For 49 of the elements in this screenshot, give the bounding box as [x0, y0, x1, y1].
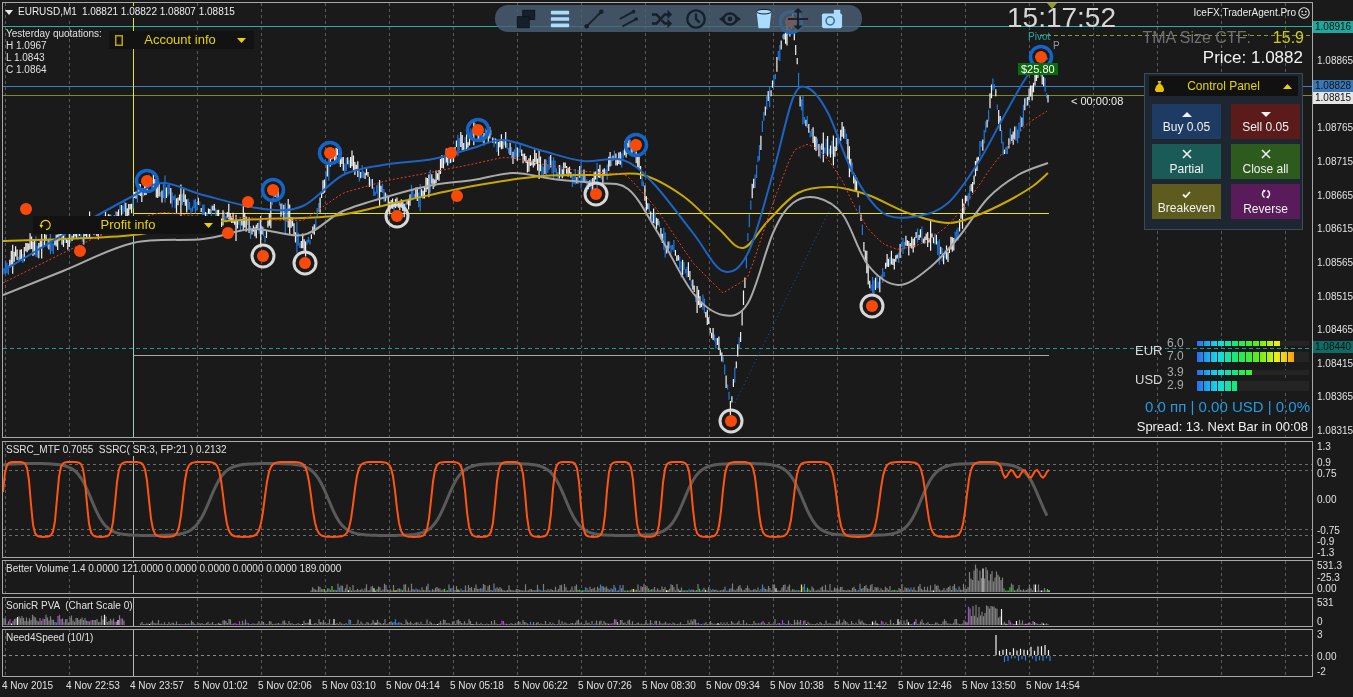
indicator-axis-label: 531 — [1317, 597, 1334, 608]
price-axis-label: 1.08415 — [1317, 357, 1353, 370]
indicator-axis-label: 531.3 — [1317, 560, 1343, 571]
time-axis-label: 4 Nov 22:53 — [66, 679, 121, 693]
price-tag: 1.08440 — [1313, 340, 1353, 353]
time-axis-label: 5 Nov 10:38 — [770, 679, 825, 693]
time-axis-label: 5 Nov 01:02 — [194, 679, 249, 693]
indicator-axis-label: -25.3 — [1317, 572, 1340, 583]
time-axis-label: 5 Nov 04:14 — [386, 679, 441, 693]
price-axis-label: 1.08515 — [1317, 290, 1353, 303]
time-axis-label: 5 Nov 07:26 — [578, 679, 633, 693]
indicator-title: Better Volume 1.4 0.0000 121.0000 0.0000 0.0000 0.0000 0.0000 189.0000 — [6, 563, 342, 575]
time-axis-label: 5 Nov 03:10 — [322, 679, 377, 693]
time-axis-label: 5 Nov 06:22 — [514, 679, 569, 693]
price-axis-label: 1.08465 — [1317, 324, 1353, 337]
time-axis-label: 4 Nov 23:57 — [130, 679, 185, 693]
indicator-axis-label: 0.9 — [1317, 457, 1331, 469]
indicator-axis-label: -1.3 — [1317, 547, 1335, 558]
price-axis-label: 1.08315 — [1317, 425, 1353, 437]
time-axis-label: 5 Nov 13:50 — [962, 679, 1017, 693]
price-axis-label: 1.08865 — [1317, 55, 1353, 67]
time-axis-label: 5 Nov 14:54 — [1026, 679, 1081, 693]
price-axis-label: 1.08365 — [1317, 391, 1353, 404]
price-tag: 1.08916 — [1313, 20, 1353, 33]
time-axis-label: 5 Nov 08:30 — [642, 679, 697, 693]
price-axis-label: 1.08765 — [1317, 122, 1353, 135]
time-axis-label: 5 Nov 12:46 — [898, 679, 953, 693]
time-axis-label: 5 Nov 02:06 — [258, 679, 313, 693]
price-axis-label: 1.08615 — [1317, 223, 1353, 236]
time-axis-label: 4 Nov 2015 — [2, 679, 55, 693]
price-tag: 1.08828 — [1313, 79, 1353, 92]
indicator-title: SonicR PVA (Chart Scale 0) — [6, 600, 133, 612]
indicator-axis-label: 0 — [1317, 616, 1323, 627]
indicator-axis-label: 3 — [1317, 629, 1323, 640]
price-axis-label: 1.08565 — [1317, 256, 1353, 269]
time-axis-label: 5 Nov 05:18 — [450, 679, 505, 693]
indicator-axis-label: 0.00 — [1317, 651, 1337, 663]
indicator-title: Need4Speed (10/1) — [6, 632, 94, 644]
indicator-axis-label: 0.00 — [1317, 494, 1337, 505]
price-axis-label: 1.08665 — [1317, 189, 1353, 202]
indicator-axis-label: 0.00 — [1317, 583, 1337, 594]
indicator-axis-label: -0.9 — [1317, 535, 1335, 547]
time-axis-label: 5 Nov 11:42 — [834, 679, 889, 693]
indicator-axis-label: 1.3 — [1317, 441, 1331, 452]
indicator-axis-label: 0.75 — [1317, 468, 1337, 480]
price-axis-label: 1.08715 — [1317, 155, 1353, 168]
indicator-axis-label: -0.75 — [1317, 524, 1340, 536]
time-axis-label: 5 Nov 09:34 — [706, 679, 761, 693]
indicator-axis-label: -2 — [1317, 666, 1326, 677]
